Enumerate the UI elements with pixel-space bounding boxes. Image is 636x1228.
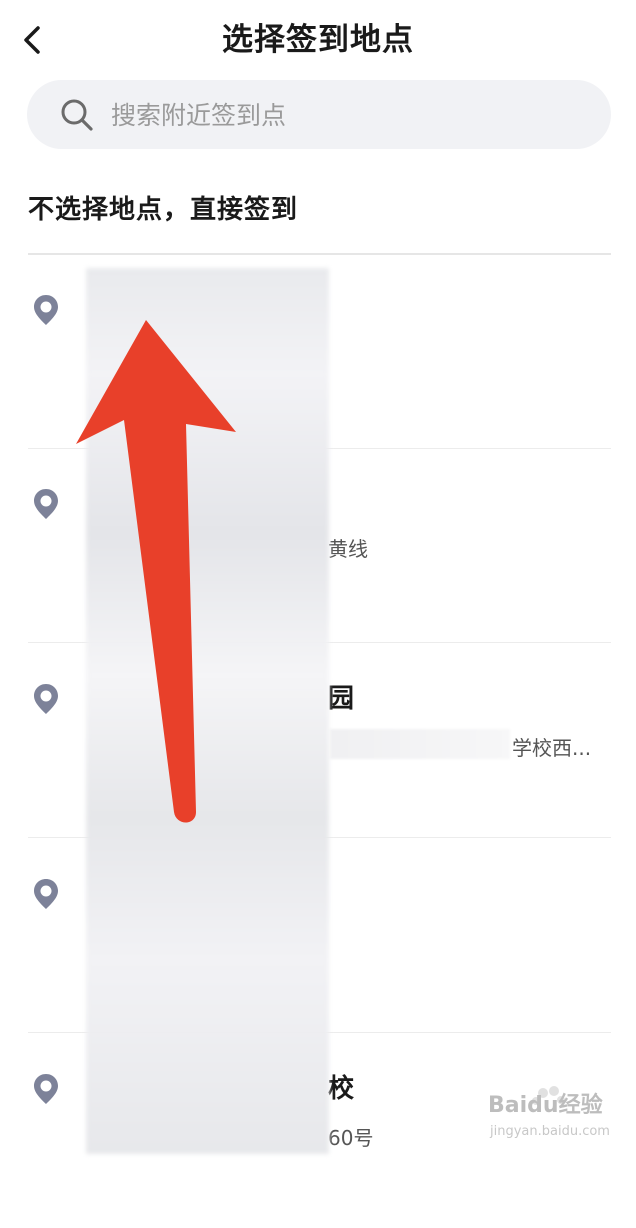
privacy-blur: [330, 729, 510, 759]
watermark-url: jingyan.baidu.com: [490, 1124, 610, 1139]
location-pin-icon: [34, 1074, 58, 1104]
location-pin-icon: [34, 295, 58, 325]
location-pin-icon: [34, 879, 58, 909]
search-icon: [61, 99, 93, 131]
privacy-blur: [86, 268, 329, 1154]
location-address: 黄线: [328, 537, 368, 561]
location-address: 学校西...: [512, 736, 592, 760]
watermark-logo-text: Baidu经验: [488, 1093, 603, 1118]
search-bar[interactable]: [27, 80, 611, 151]
search-input[interactable]: [109, 80, 583, 151]
location-name: 校: [328, 1074, 355, 1104]
top-bar: 选择签到地点: [0, 0, 636, 80]
location-address: 60号: [328, 1126, 374, 1150]
page-title: 选择签到地点: [222, 22, 414, 58]
location-pin-icon: [34, 489, 58, 519]
no-location-option[interactable]: 不选择地点，直接签到: [28, 188, 298, 232]
location-pin-icon: [34, 684, 58, 714]
location-name: 园: [328, 684, 355, 714]
